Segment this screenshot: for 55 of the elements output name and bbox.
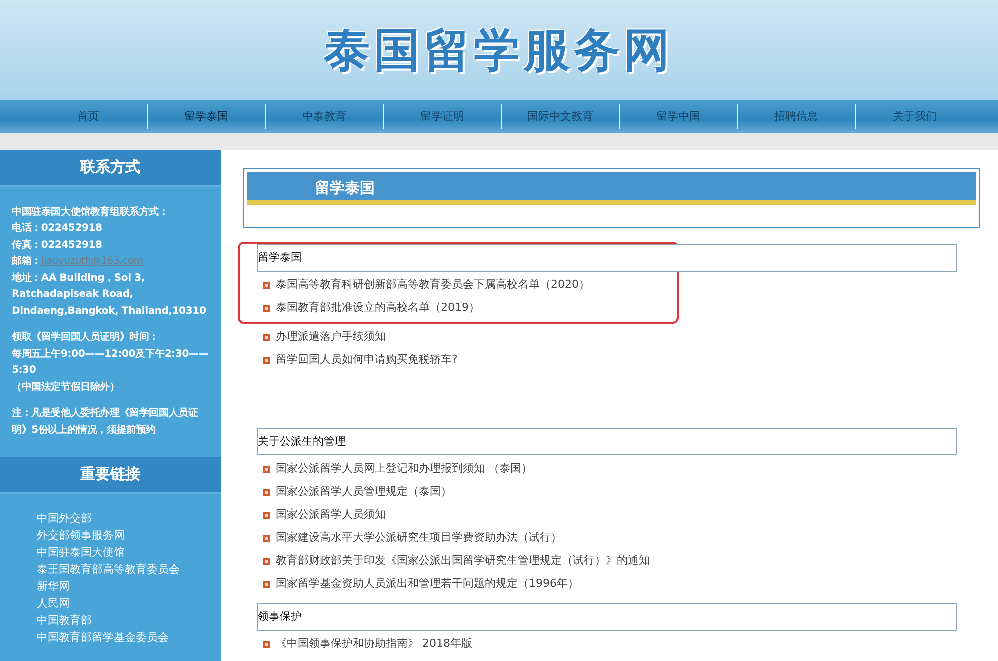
nav-tab[interactable]: 留学泰国 [148, 104, 266, 129]
nav-tab[interactable]: 关于我们 [856, 104, 974, 129]
bullet-icon [263, 305, 270, 312]
article-link[interactable]: 国家公派留学人员管理规定（泰国） [276, 484, 452, 500]
contact-text: 每周五上午9:00——12:00及下午2:30——5:30 [12, 348, 210, 378]
sidebar-link[interactable]: 泰王国教育部高等教育委员会 [37, 560, 221, 578]
sidebar-link[interactable]: 中国教育部留学基金委员会 [37, 628, 221, 646]
article-link[interactable]: 教育部财政部关于印发《国家公派出国留学研究生管理规定（试行）》的通知 [276, 552, 650, 570]
bullet-icon [263, 357, 270, 364]
nav-tab[interactable]: 留学中国 [620, 104, 738, 129]
bullet-icon [263, 466, 270, 472]
site-title: 泰国留学服务网 [324, 22, 674, 78]
sidebar-link[interactable]: 中国教育部 [37, 612, 221, 628]
sidebar-link[interactable]: 中国外交部 [37, 510, 221, 526]
article-link[interactable]: 办理派遣落户手续须知 [276, 329, 386, 346]
sidebar-link[interactable]: 外交部领事服务网 [37, 526, 221, 544]
email-link[interactable]: jiaoyuzuth@163.com [41, 256, 144, 267]
contact-text: 地址：AA Building，Soi 3, Ratchadapiseak Road, Dindaeng,Bangkok, Thailand,10310 [12, 272, 208, 318]
section-heading: 关于公派生的管理 [257, 428, 957, 455]
contact-text: 电话：022452918 [12, 222, 104, 236]
sidebar-link[interactable]: 新华网 [37, 578, 221, 594]
nav-tab[interactable]: 招聘信息 [738, 104, 856, 129]
sidebar-link[interactable]: 人民网 [37, 594, 221, 612]
nav-tab[interactable]: 首页 [30, 104, 148, 129]
contact-text: 邮箱： [12, 256, 42, 267]
sidebar-heading: 重要链接 [0, 457, 221, 494]
contact-text: 注：凡是受他人委托办理《留学回国人员证明》5份以上的情况，须提前预约 [12, 406, 200, 438]
article-link[interactable]: 国家建设高水平大学公派研究生项目学费资助办法（试行） [276, 530, 562, 546]
bullet-icon [263, 334, 270, 341]
bullet-icon [263, 580, 270, 588]
bullet-icon [263, 641, 270, 648]
article-link[interactable]: 《中国领事保护和协助指南》 2018年版 [276, 636, 472, 653]
bullet-icon [263, 558, 270, 564]
section-title-bar: 留学泰国 [247, 172, 976, 205]
contact-text: 领取《留学回国人员证明》时间： [12, 330, 160, 345]
section-heading: 留学泰国 [257, 244, 957, 272]
article-link[interactable]: 泰国高等教育科研创新部高等教育委员会下属高校名单（2020） [276, 277, 590, 294]
nav-tab[interactable]: 国际中文教育 [502, 104, 620, 129]
nav-tab[interactable]: 留学证明 [384, 104, 502, 129]
contact-text: （中国法定节假日除外） [12, 380, 121, 394]
article-link[interactable]: 泰国教育部批准设立的高校名单（2019） [276, 300, 480, 317]
bullet-icon [263, 488, 270, 496]
sidebar-heading: 联系方式 [0, 150, 221, 186]
section-heading: 领事保护 [257, 603, 957, 630]
article-link[interactable]: 国家公派留学人员网上登记和办理报到须知 （泰国） [276, 460, 532, 478]
article-link[interactable]: 国家公派留学人员须知 [276, 506, 386, 524]
nav-tab[interactable]: 中泰教育 [266, 104, 384, 129]
bullet-icon [263, 282, 270, 289]
bullet-icon [263, 512, 270, 518]
article-link[interactable]: 留学回国人员如何申请购买免税轿车? [276, 352, 458, 369]
article-link[interactable]: 国家留学基金资助人员派出和管理若干问题的规定（1996年） [276, 576, 579, 592]
bullet-icon [263, 534, 270, 542]
contact-text: 传真：022452918 [12, 238, 104, 252]
sidebar-link[interactable]: 中国驻泰国大使馆 [37, 544, 221, 560]
contact-text: 中国驻泰国大使馆教育组联系方式： [12, 205, 170, 220]
